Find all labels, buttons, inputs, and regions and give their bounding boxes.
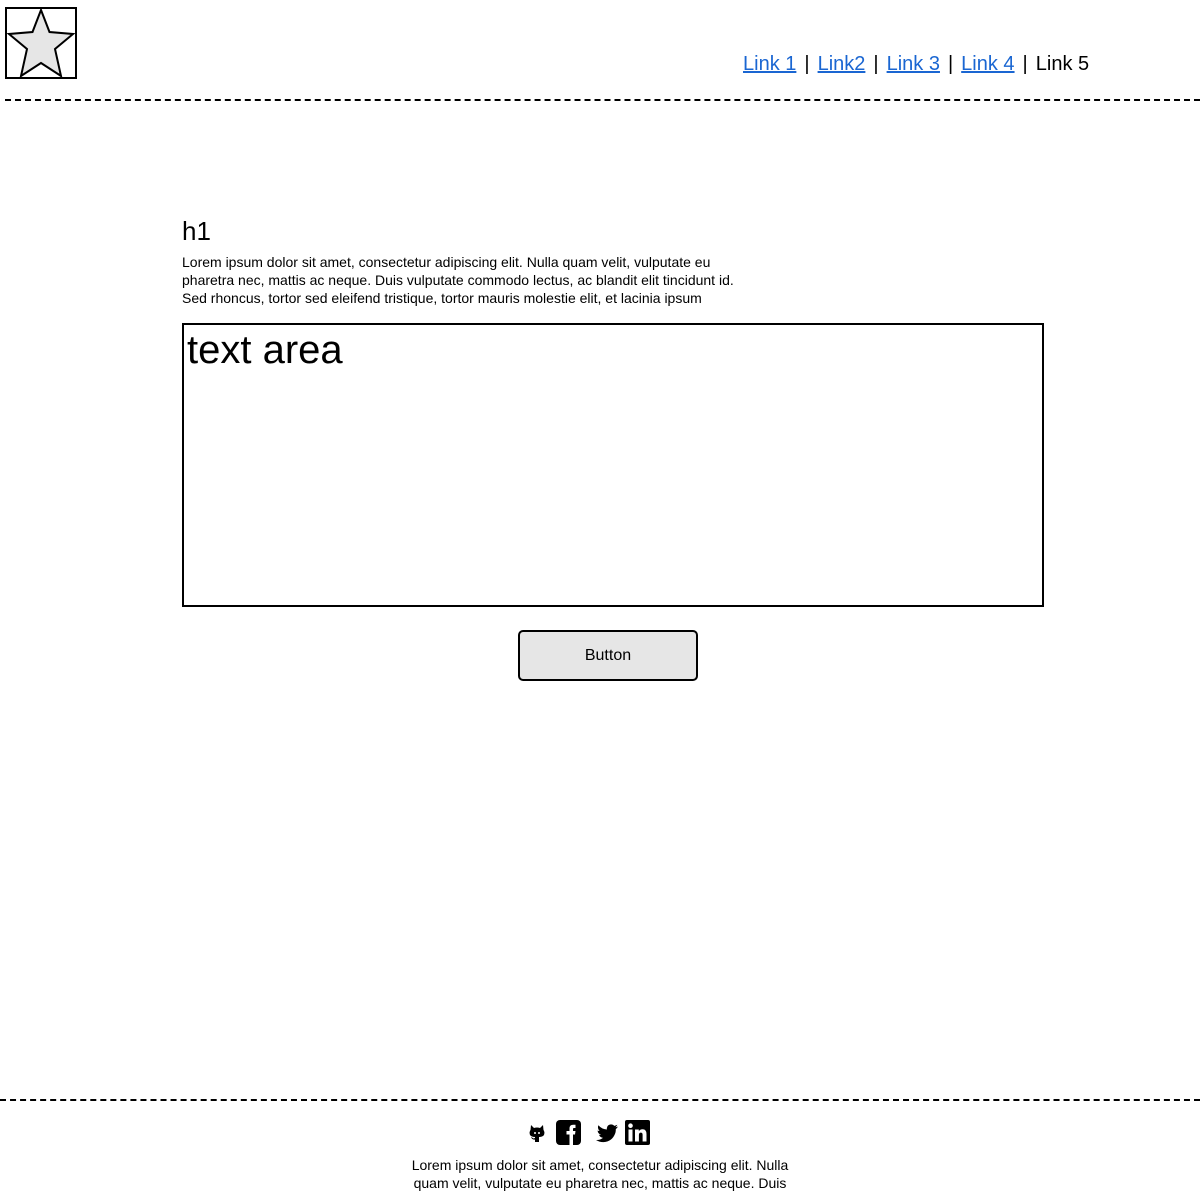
nav-separator: | — [947, 53, 954, 75]
facebook-icon[interactable] — [556, 1120, 581, 1150]
intro-paragraph: Lorem ipsum dolor sit amet, consectetur … — [182, 254, 734, 306]
linkedin-icon[interactable] — [625, 1120, 650, 1150]
text-area[interactable]: text area — [182, 323, 1044, 607]
nav-link-4[interactable]: Link 4 — [961, 53, 1014, 75]
page: Link 1 | Link2 | Link 3 | Link 4 | Link 5 h1 Lor… — [0, 0, 1200, 1200]
logo[interactable] — [5, 7, 77, 79]
nav-link-1[interactable]: Link 1 — [743, 53, 796, 75]
nav-separator: | — [804, 53, 810, 75]
nav-separator: | — [873, 53, 879, 75]
page-heading: h1 — [182, 216, 211, 246]
footer-text: Lorem ipsum dolor sit amet, consectetur … — [411, 1157, 789, 1191]
footer-divider — [0, 1099, 1200, 1101]
nav-link-3[interactable]: Link 3 — [887, 53, 940, 75]
nav-link-2[interactable]: Link2 — [818, 53, 866, 75]
github-icon[interactable] — [527, 1123, 547, 1148]
header-divider — [5, 99, 1200, 101]
star-icon — [7, 9, 75, 77]
submit-button[interactable]: Button — [518, 630, 698, 681]
nav-separator: | — [1022, 53, 1028, 75]
main-nav: Link 1 | Link2 | Link 3 | Link 4 | Link 5 — [743, 52, 1089, 76]
nav-link-5-current: Link 5 — [1035, 53, 1090, 75]
twitter-icon[interactable] — [595, 1124, 619, 1149]
